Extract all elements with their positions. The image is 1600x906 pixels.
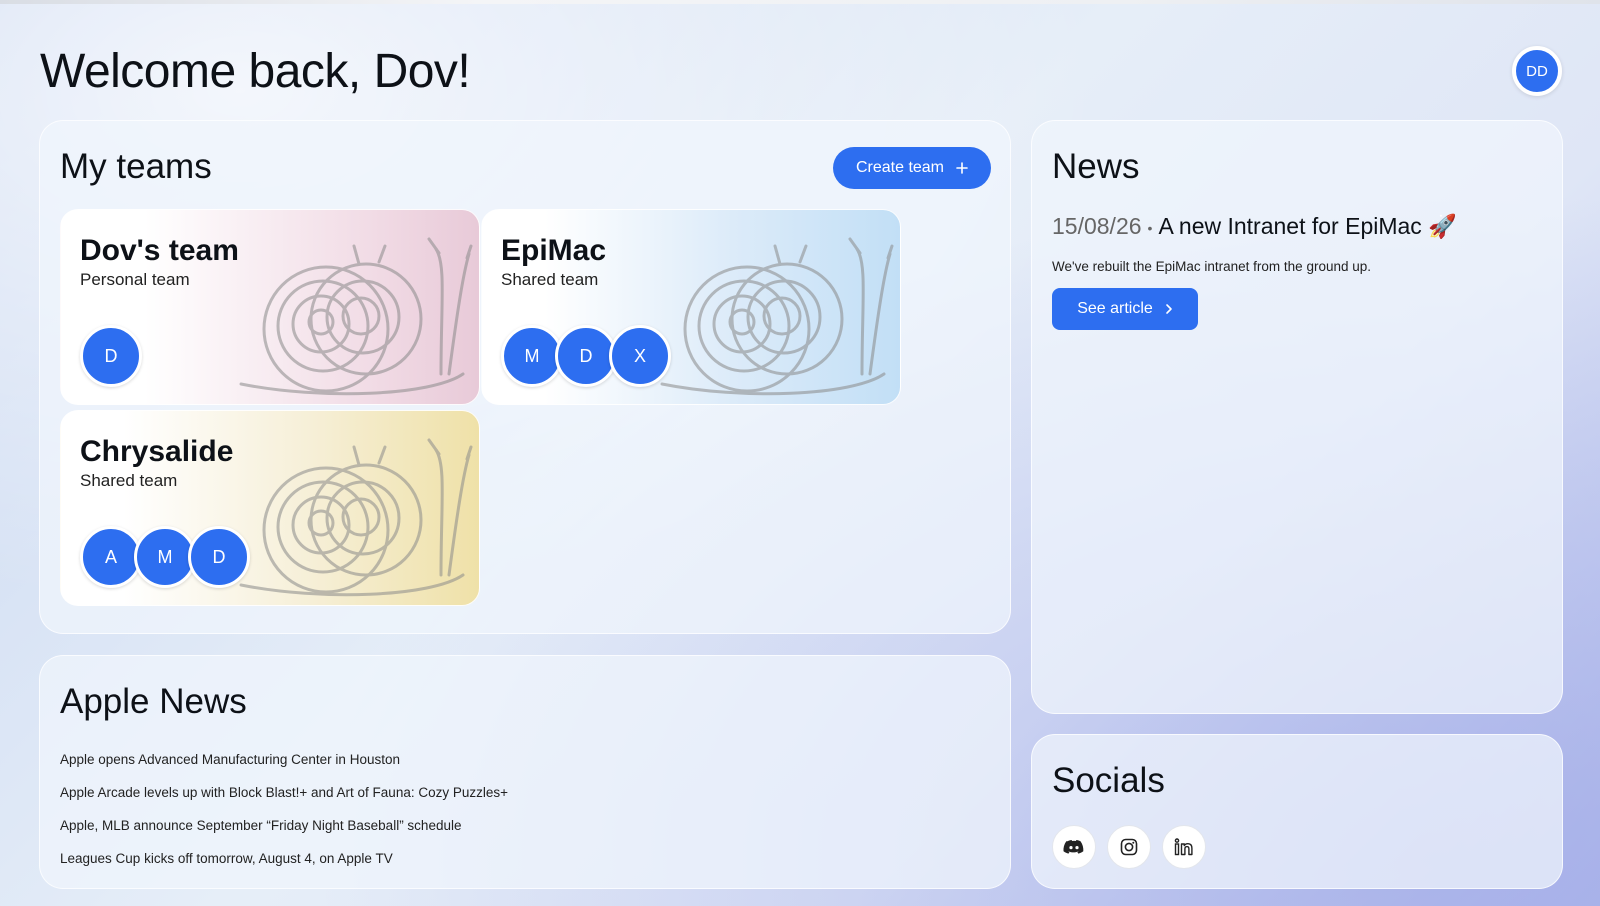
snail-watermark [239, 237, 473, 396]
team-name: Dov's team [80, 234, 239, 267]
instagram-link[interactable] [1107, 825, 1151, 869]
my-teams-title: My teams [60, 147, 212, 186]
member-avatar[interactable]: D [555, 325, 617, 387]
team-card[interactable]: Dov's team Personal team D [60, 209, 480, 405]
socials-panel: Socials [1031, 734, 1563, 889]
team-members: AMD [80, 526, 250, 588]
news-title: News [1052, 147, 1140, 186]
team-members: D [80, 325, 142, 387]
snail-watermark [239, 438, 473, 597]
member-avatar[interactable]: D [188, 526, 250, 588]
team-name: EpiMac [501, 234, 607, 267]
my-teams-panel: My teams Create team Dov's team Personal … [39, 120, 1011, 634]
create-team-label: Create team [855, 159, 945, 176]
news-body: We've rebuilt the EpiMac intranet from t… [1052, 259, 1371, 274]
window-top-strip [0, 0, 1600, 4]
see-article-label: See article [1077, 300, 1153, 317]
member-avatar[interactable]: M [501, 325, 563, 387]
discord-icon [1063, 840, 1084, 854]
news-panel: News 15/08/26 • A new Intranet for EpiMac … [1031, 120, 1563, 714]
team-card[interactable]: EpiMac Shared team M D X [481, 209, 901, 405]
instagram-icon [1120, 838, 1138, 856]
user-avatar[interactable]: DD [1512, 46, 1562, 96]
apple-news-item[interactable]: Leagues Cup kicks off tomorrow, August 4… [60, 849, 508, 882]
snail-watermark [660, 237, 894, 396]
chevron-right-icon [1165, 304, 1172, 314]
plus-icon [956, 162, 968, 174]
social-links [1052, 825, 1206, 869]
member-avatar[interactable]: M [134, 526, 196, 588]
apple-news-panel: Apple News Apple opens Advanced Manufact… [39, 655, 1011, 889]
apple-news-title: Apple News [60, 682, 247, 721]
socials-title: Socials [1052, 761, 1165, 800]
news-date: 15/08/26 [1052, 213, 1142, 239]
team-card[interactable]: Chrysalide Shared team A M D [60, 410, 480, 606]
apple-news-item[interactable]: Apple opens Advanced Manufacturing Cente… [60, 750, 508, 783]
team-members: MDX [501, 325, 671, 387]
create-team-button[interactable]: Create team [833, 147, 991, 189]
news-headline: A new Intranet for EpiMac 🚀 [1158, 213, 1457, 239]
linkedin-link[interactable] [1162, 825, 1206, 869]
member-avatar[interactable]: A [80, 526, 142, 588]
news-heading: 15/08/26 • A new Intranet for EpiMac 🚀 [1052, 213, 1457, 240]
team-type: Shared team [80, 471, 178, 490]
linkedin-icon [1174, 838, 1193, 856]
member-avatar[interactable]: D [80, 325, 142, 387]
apple-news-item[interactable]: Apple, MLB announce September “Friday Ni… [60, 816, 508, 849]
team-name: Chrysalide [80, 435, 234, 468]
discord-link[interactable] [1052, 825, 1096, 869]
see-article-button[interactable]: See article [1052, 288, 1198, 330]
apple-news-list: Apple opens Advanced Manufacturing Cente… [60, 750, 508, 882]
team-type: Shared team [501, 270, 599, 289]
member-avatar[interactable]: X [609, 325, 671, 387]
team-type: Personal team [80, 270, 190, 289]
page-title: Welcome back, Dov! [40, 45, 471, 98]
apple-news-item[interactable]: Apple Arcade levels up with Block Blast!… [60, 783, 508, 816]
news-separator: • [1147, 219, 1153, 236]
